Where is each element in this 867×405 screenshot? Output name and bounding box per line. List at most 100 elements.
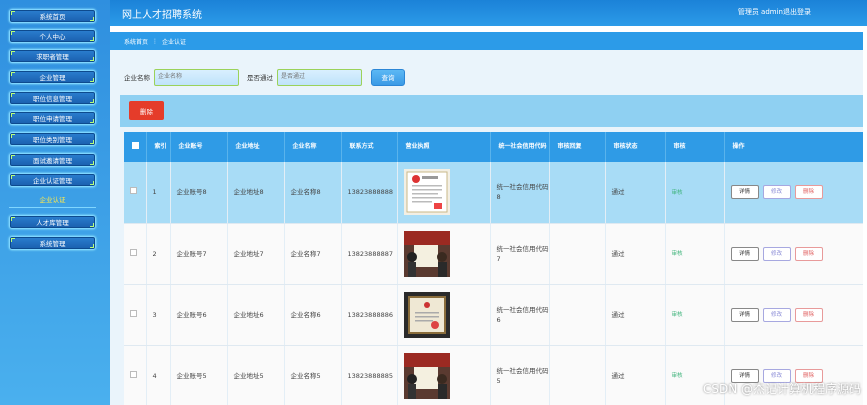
sidebar-item-companies[interactable]: 企业管理 [9, 70, 96, 84]
logout-link[interactable]: 退出登录 [783, 7, 811, 17]
company-name-input[interactable] [154, 68, 239, 86]
sidebar-item-label: 职位信息管理 [33, 95, 72, 103]
cell-index: 3 [146, 284, 171, 346]
cell-phone: 13823888887 [341, 223, 398, 285]
delete-button[interactable]: 删除 [794, 307, 823, 322]
table-row[interactable]: 3 企业账号6 企业地址6 企业名称6 13823888886 统一社会信用代码… [124, 284, 863, 346]
batch-delete-button[interactable]: 删除 [129, 101, 164, 120]
column-header: 企业账号 [170, 132, 228, 162]
cell-reply [549, 345, 606, 405]
detail-button[interactable]: 详情 [730, 307, 759, 322]
column-header: 企业名称 [284, 132, 342, 162]
sidebar-item-positions[interactable]: 职位信息管理 [9, 91, 96, 105]
table-header-row: 索引 企业账号 企业地址 企业名称 联系方式 营业执照 统一社会信用代码 审核回… [124, 132, 863, 162]
sidebar-item-label: 企业管理 [39, 74, 66, 82]
sidebar-item-system[interactable]: 系统管理 [9, 236, 96, 250]
cell-operations: 详情 修改 删除 [724, 284, 863, 346]
pass-status-label: 是否通过 [247, 74, 273, 82]
breadcrumb-home[interactable]: 系统首页 [124, 37, 148, 46]
cell-credit-code: 统一社会信用代码6 [490, 284, 550, 346]
delete-button[interactable]: 删除 [794, 246, 823, 261]
edit-button[interactable]: 修改 [762, 246, 791, 261]
sidebar: 系统首页 个人中心 求职者管理 企业管理 职位信息管理 职位申请管理 职位类别管… [0, 0, 110, 405]
sidebar-item-talent-pool[interactable]: 人才库管理 [9, 215, 96, 229]
table-row[interactable]: 1 企业账号8 企业地址8 企业名称8 13823888888 统一社会信用代码… [124, 162, 863, 224]
breadcrumb-separator: ⋮ [152, 37, 159, 45]
edit-button[interactable]: 修改 [762, 185, 791, 200]
audit-link[interactable]: 审核 [665, 223, 725, 285]
breadcrumb-current: 企业认证 [162, 38, 187, 46]
cell-operations: 详情 修改 删除 [724, 223, 863, 285]
sidebar-item-home[interactable]: 系统首页 [9, 9, 96, 23]
search-button[interactable]: 查询 [371, 68, 405, 86]
column-header: 企业地址 [227, 132, 285, 162]
business-license-image [397, 223, 491, 285]
cell-address: 企业地址7 [227, 223, 285, 285]
sidebar-item-certification[interactable]: 企业认证管理 [9, 173, 96, 187]
cell-address: 企业地址6 [227, 284, 285, 346]
cell-account: 企业账号7 [170, 223, 228, 285]
column-header: 审核状态 [605, 132, 666, 162]
sidebar-item-applications[interactable]: 职位申请管理 [9, 111, 96, 125]
column-header: 营业执照 [397, 132, 491, 162]
cell-address: 企业地址5 [227, 345, 285, 405]
row-checkbox[interactable] [124, 162, 147, 224]
audit-link[interactable]: 审核 [665, 284, 725, 346]
column-header: 审核 [665, 132, 725, 162]
sidebar-item-label: 个人中心 [39, 33, 66, 41]
cell-phone: 13823888886 [341, 284, 398, 346]
cell-account: 企业账号6 [170, 284, 228, 346]
cell-reply [549, 284, 606, 346]
cell-reply [549, 162, 606, 224]
column-header: 联系方式 [341, 132, 398, 162]
current-user: 管理员 admin [737, 8, 783, 16]
sidebar-item-label: 求职者管理 [36, 53, 69, 61]
cell-name: 企业名称5 [284, 345, 342, 405]
pass-status-input[interactable] [277, 68, 362, 86]
detail-button[interactable]: 详情 [730, 246, 759, 261]
sidebar-item-label: 职位申请管理 [33, 115, 72, 123]
cell-status: 通过 [605, 162, 666, 224]
sidebar-subitem-certification[interactable]: 企业认证 [9, 194, 96, 204]
column-header: 统一社会信用代码 [490, 132, 550, 162]
action-bar: 删除 [120, 95, 863, 127]
app-title: 网上人才招聘系统 [122, 10, 202, 21]
audit-link[interactable]: 审核 [665, 162, 725, 224]
cell-credit-code: 统一社会信用代码5 [490, 345, 550, 405]
select-all-checkbox[interactable] [124, 132, 147, 162]
top-bar: 网上人才招聘系统 管理员 admin 退出登录 [110, 0, 867, 26]
cell-address: 企业地址8 [227, 162, 285, 224]
detail-button[interactable]: 详情 [730, 185, 759, 200]
cell-phone: 13823888885 [341, 345, 398, 405]
cell-credit-code: 统一社会信用代码7 [490, 223, 550, 285]
sidebar-item-label: 职位类别管理 [33, 136, 72, 144]
breadcrumb: 系统首页 ⋮ 企业认证 [110, 32, 863, 50]
sidebar-item-job-seekers[interactable]: 求职者管理 [9, 49, 96, 63]
column-header: 索引 [146, 132, 171, 162]
sidebar-item-categories[interactable]: 职位类别管理 [9, 132, 96, 146]
cell-account: 企业账号5 [170, 345, 228, 405]
cell-index: 1 [146, 162, 171, 224]
sidebar-item-interviews[interactable]: 面试邀请管理 [9, 153, 96, 167]
cell-reply [549, 223, 606, 285]
cell-account: 企业账号8 [170, 162, 228, 224]
cell-status: 通过 [605, 284, 666, 346]
search-form: 企业名称 是否通过 查询 [124, 68, 405, 86]
sidebar-item-label: 企业认证管理 [33, 177, 72, 185]
sidebar-item-label: 面试邀请管理 [33, 157, 72, 165]
row-checkbox[interactable] [124, 223, 147, 285]
certification-table: 索引 企业账号 企业地址 企业名称 联系方式 营业执照 统一社会信用代码 审核回… [124, 132, 863, 405]
table-row[interactable]: 2 企业账号7 企业地址7 企业名称7 13823888887 统一社会信用代码… [124, 223, 863, 285]
edit-button[interactable]: 修改 [762, 307, 791, 322]
sidebar-item-label: 系统首页 [39, 13, 66, 21]
column-header: 审核回复 [549, 132, 606, 162]
company-name-label: 企业名称 [124, 74, 150, 82]
cell-status: 通过 [605, 223, 666, 285]
business-license-image [397, 284, 491, 346]
sidebar-item-personal-center[interactable]: 个人中心 [9, 29, 96, 43]
delete-button[interactable]: 删除 [794, 185, 823, 200]
row-checkbox[interactable] [124, 284, 147, 346]
column-header: 操作 [724, 132, 863, 162]
row-checkbox[interactable] [124, 345, 147, 405]
cell-name: 企业名称8 [284, 162, 342, 224]
